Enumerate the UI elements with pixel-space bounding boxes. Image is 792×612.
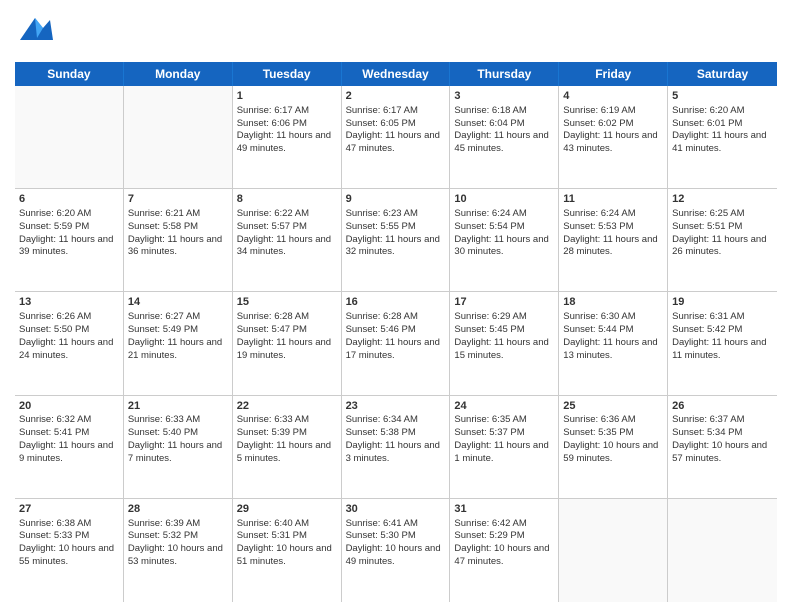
calendar-day-3: 3Sunrise: 6:18 AMSunset: 6:04 PMDaylight… — [450, 86, 559, 188]
day-number: 22 — [237, 399, 337, 414]
calendar-day-7: 7Sunrise: 6:21 AMSunset: 5:58 PMDaylight… — [124, 189, 233, 291]
calendar-header: SundayMondayTuesdayWednesdayThursdayFrid… — [15, 62, 777, 86]
calendar-day-16: 16Sunrise: 6:28 AMSunset: 5:46 PMDayligh… — [342, 292, 451, 394]
day-number: 24 — [454, 399, 554, 414]
day-header-sunday: Sunday — [15, 62, 124, 86]
day-number: 7 — [128, 192, 228, 207]
calendar-day-22: 22Sunrise: 6:33 AMSunset: 5:39 PMDayligh… — [233, 396, 342, 498]
calendar-empty-cell — [15, 86, 124, 188]
calendar-week-3: 13Sunrise: 6:26 AMSunset: 5:50 PMDayligh… — [15, 292, 777, 395]
day-number: 25 — [563, 399, 663, 414]
day-number: 9 — [346, 192, 446, 207]
day-number: 2 — [346, 89, 446, 104]
calendar-day-19: 19Sunrise: 6:31 AMSunset: 5:42 PMDayligh… — [668, 292, 777, 394]
calendar-empty-cell — [559, 499, 668, 602]
calendar: SundayMondayTuesdayWednesdayThursdayFrid… — [15, 62, 777, 602]
calendar-week-5: 27Sunrise: 6:38 AMSunset: 5:33 PMDayligh… — [15, 499, 777, 602]
day-header-tuesday: Tuesday — [233, 62, 342, 86]
calendar-day-29: 29Sunrise: 6:40 AMSunset: 5:31 PMDayligh… — [233, 499, 342, 602]
calendar-day-4: 4Sunrise: 6:19 AMSunset: 6:02 PMDaylight… — [559, 86, 668, 188]
calendar-day-25: 25Sunrise: 6:36 AMSunset: 5:35 PMDayligh… — [559, 396, 668, 498]
calendar-day-26: 26Sunrise: 6:37 AMSunset: 5:34 PMDayligh… — [668, 396, 777, 498]
day-number: 20 — [19, 399, 119, 414]
calendar-day-15: 15Sunrise: 6:28 AMSunset: 5:47 PMDayligh… — [233, 292, 342, 394]
calendar-day-13: 13Sunrise: 6:26 AMSunset: 5:50 PMDayligh… — [15, 292, 124, 394]
day-number: 28 — [128, 502, 228, 517]
day-header-saturday: Saturday — [668, 62, 777, 86]
calendar-day-2: 2Sunrise: 6:17 AMSunset: 6:05 PMDaylight… — [342, 86, 451, 188]
day-header-friday: Friday — [559, 62, 668, 86]
calendar-day-17: 17Sunrise: 6:29 AMSunset: 5:45 PMDayligh… — [450, 292, 559, 394]
day-number: 15 — [237, 295, 337, 310]
day-number: 21 — [128, 399, 228, 414]
calendar-day-30: 30Sunrise: 6:41 AMSunset: 5:30 PMDayligh… — [342, 499, 451, 602]
day-number: 13 — [19, 295, 119, 310]
page: SundayMondayTuesdayWednesdayThursdayFrid… — [0, 0, 792, 612]
calendar-empty-cell — [668, 499, 777, 602]
day-number: 27 — [19, 502, 119, 517]
day-number: 17 — [454, 295, 554, 310]
day-number: 6 — [19, 192, 119, 207]
day-number: 14 — [128, 295, 228, 310]
calendar-week-1: 1Sunrise: 6:17 AMSunset: 6:06 PMDaylight… — [15, 86, 777, 189]
day-header-monday: Monday — [124, 62, 233, 86]
calendar-day-8: 8Sunrise: 6:22 AMSunset: 5:57 PMDaylight… — [233, 189, 342, 291]
day-number: 31 — [454, 502, 554, 517]
calendar-day-23: 23Sunrise: 6:34 AMSunset: 5:38 PMDayligh… — [342, 396, 451, 498]
calendar-day-28: 28Sunrise: 6:39 AMSunset: 5:32 PMDayligh… — [124, 499, 233, 602]
day-number: 4 — [563, 89, 663, 104]
calendar-day-14: 14Sunrise: 6:27 AMSunset: 5:49 PMDayligh… — [124, 292, 233, 394]
day-number: 30 — [346, 502, 446, 517]
calendar-day-11: 11Sunrise: 6:24 AMSunset: 5:53 PMDayligh… — [559, 189, 668, 291]
day-header-wednesday: Wednesday — [342, 62, 451, 86]
calendar-day-18: 18Sunrise: 6:30 AMSunset: 5:44 PMDayligh… — [559, 292, 668, 394]
day-number: 16 — [346, 295, 446, 310]
calendar-day-9: 9Sunrise: 6:23 AMSunset: 5:55 PMDaylight… — [342, 189, 451, 291]
day-number: 19 — [672, 295, 773, 310]
day-number: 10 — [454, 192, 554, 207]
header — [15, 10, 777, 56]
calendar-day-12: 12Sunrise: 6:25 AMSunset: 5:51 PMDayligh… — [668, 189, 777, 291]
day-number: 23 — [346, 399, 446, 414]
day-number: 12 — [672, 192, 773, 207]
calendar-day-10: 10Sunrise: 6:24 AMSunset: 5:54 PMDayligh… — [450, 189, 559, 291]
calendar-body: 1Sunrise: 6:17 AMSunset: 6:06 PMDaylight… — [15, 86, 777, 602]
calendar-day-31: 31Sunrise: 6:42 AMSunset: 5:29 PMDayligh… — [450, 499, 559, 602]
calendar-week-2: 6Sunrise: 6:20 AMSunset: 5:59 PMDaylight… — [15, 189, 777, 292]
day-number: 1 — [237, 89, 337, 104]
calendar-day-20: 20Sunrise: 6:32 AMSunset: 5:41 PMDayligh… — [15, 396, 124, 498]
day-number: 5 — [672, 89, 773, 104]
calendar-day-24: 24Sunrise: 6:35 AMSunset: 5:37 PMDayligh… — [450, 396, 559, 498]
calendar-day-1: 1Sunrise: 6:17 AMSunset: 6:06 PMDaylight… — [233, 86, 342, 188]
day-number: 3 — [454, 89, 554, 104]
calendar-day-21: 21Sunrise: 6:33 AMSunset: 5:40 PMDayligh… — [124, 396, 233, 498]
calendar-day-6: 6Sunrise: 6:20 AMSunset: 5:59 PMDaylight… — [15, 189, 124, 291]
calendar-empty-cell — [124, 86, 233, 188]
day-number: 18 — [563, 295, 663, 310]
day-number: 26 — [672, 399, 773, 414]
calendar-week-4: 20Sunrise: 6:32 AMSunset: 5:41 PMDayligh… — [15, 396, 777, 499]
day-number: 8 — [237, 192, 337, 207]
logo — [15, 10, 59, 56]
day-number: 11 — [563, 192, 663, 207]
calendar-day-27: 27Sunrise: 6:38 AMSunset: 5:33 PMDayligh… — [15, 499, 124, 602]
day-number: 29 — [237, 502, 337, 517]
logo-bird-icon — [15, 10, 55, 56]
calendar-day-5: 5Sunrise: 6:20 AMSunset: 6:01 PMDaylight… — [668, 86, 777, 188]
day-header-thursday: Thursday — [450, 62, 559, 86]
